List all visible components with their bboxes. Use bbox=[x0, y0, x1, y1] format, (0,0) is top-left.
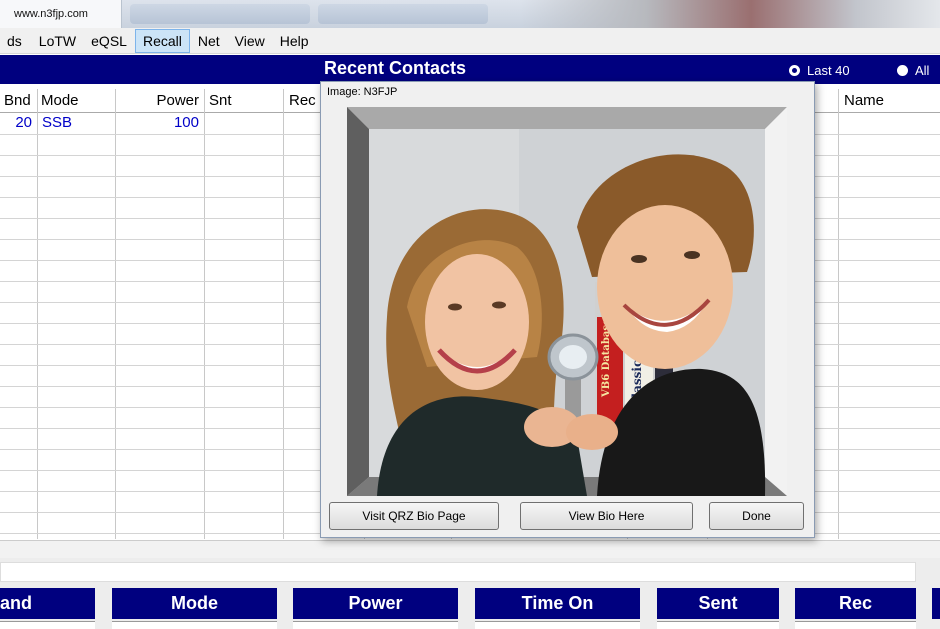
column-header-mode[interactable]: Mode bbox=[41, 89, 115, 113]
radio-selected-icon bbox=[789, 65, 800, 76]
menu-item-recall[interactable]: Recall bbox=[134, 28, 190, 53]
label-power: Power bbox=[293, 588, 458, 619]
label-sent: Sent bbox=[657, 588, 779, 619]
filter-all-label: All bbox=[915, 63, 930, 78]
column-header-name[interactable]: Name bbox=[844, 89, 934, 113]
visit-qrz-bio-button[interactable]: Visit QRZ Bio Page bbox=[329, 502, 499, 530]
column-header-snt[interactable]: Snt bbox=[209, 89, 283, 113]
filter-last-label: Last 40 bbox=[807, 63, 850, 78]
done-button[interactable]: Done bbox=[709, 502, 804, 530]
time-on-field[interactable] bbox=[475, 621, 640, 629]
grid-column-divider bbox=[204, 89, 205, 539]
row-1-mode[interactable]: SSB bbox=[42, 113, 112, 133]
filter-all-radio[interactable]: All bbox=[897, 63, 929, 78]
label-mode: Mode bbox=[112, 588, 277, 619]
row-1-bnd[interactable]: 20 bbox=[0, 113, 32, 133]
browser-tab-strip: www.n3fjp.com bbox=[0, 0, 940, 28]
column-header-power[interactable]: Power bbox=[116, 89, 199, 113]
sent-field[interactable] bbox=[657, 621, 779, 629]
grid-footer-bar bbox=[0, 540, 940, 560]
label-band: and bbox=[0, 588, 95, 619]
menu-item-eqsl[interactable]: eQSL bbox=[84, 30, 134, 52]
grid-column-divider bbox=[838, 89, 839, 539]
rec-field[interactable] bbox=[795, 621, 916, 629]
band-field[interactable] bbox=[0, 621, 95, 629]
browser-url-tab[interactable]: www.n3fjp.com bbox=[0, 0, 122, 28]
label-rec: Rec bbox=[795, 588, 916, 619]
entry-labels-row: and Mode Power Time On Sent Rec bbox=[0, 588, 940, 629]
page-title: Recent Contacts bbox=[323, 58, 467, 78]
bio-photo: VB6 Database Classics bbox=[347, 107, 787, 496]
menu-item-lotw[interactable]: LoTW bbox=[32, 30, 83, 52]
dialog-caption: Image: N3FJP bbox=[327, 86, 398, 98]
menu-item-net[interactable]: Net bbox=[191, 30, 227, 52]
menu-bar: ds LoTW eQSL Recall Net View Help bbox=[0, 28, 940, 54]
power-field[interactable] bbox=[293, 621, 458, 629]
grid-column-divider bbox=[283, 89, 284, 539]
view-bio-here-button[interactable]: View Bio Here bbox=[520, 502, 693, 530]
grid-column-divider bbox=[115, 89, 116, 539]
mode-field[interactable] bbox=[112, 621, 277, 629]
row-1-power[interactable]: 100 bbox=[116, 113, 199, 133]
browser-tab-blurred-2[interactable] bbox=[318, 4, 488, 24]
column-header-bnd[interactable]: Bnd bbox=[4, 89, 36, 113]
label-next-cut bbox=[932, 588, 940, 619]
label-time-on: Time On bbox=[475, 588, 640, 619]
grid-column-divider bbox=[37, 89, 38, 539]
image-dialog: Image: N3FJP VB6 Database Classics Visit… bbox=[320, 81, 815, 538]
bio-photo-illustration: VB6 Database Classics bbox=[347, 107, 787, 496]
menu-item-help[interactable]: Help bbox=[273, 30, 316, 52]
menu-item-view[interactable]: View bbox=[228, 30, 272, 52]
menu-item-records[interactable]: ds bbox=[0, 30, 29, 52]
recent-contacts-header: Recent Contacts Last 40 All bbox=[0, 55, 940, 84]
browser-tab-blurred-1[interactable] bbox=[130, 4, 310, 24]
filter-last-radio[interactable]: Last 40 bbox=[789, 63, 850, 78]
browser-background-blur bbox=[520, 0, 940, 28]
radio-unselected-icon bbox=[897, 65, 908, 76]
entry-strip-input[interactable] bbox=[0, 562, 916, 582]
